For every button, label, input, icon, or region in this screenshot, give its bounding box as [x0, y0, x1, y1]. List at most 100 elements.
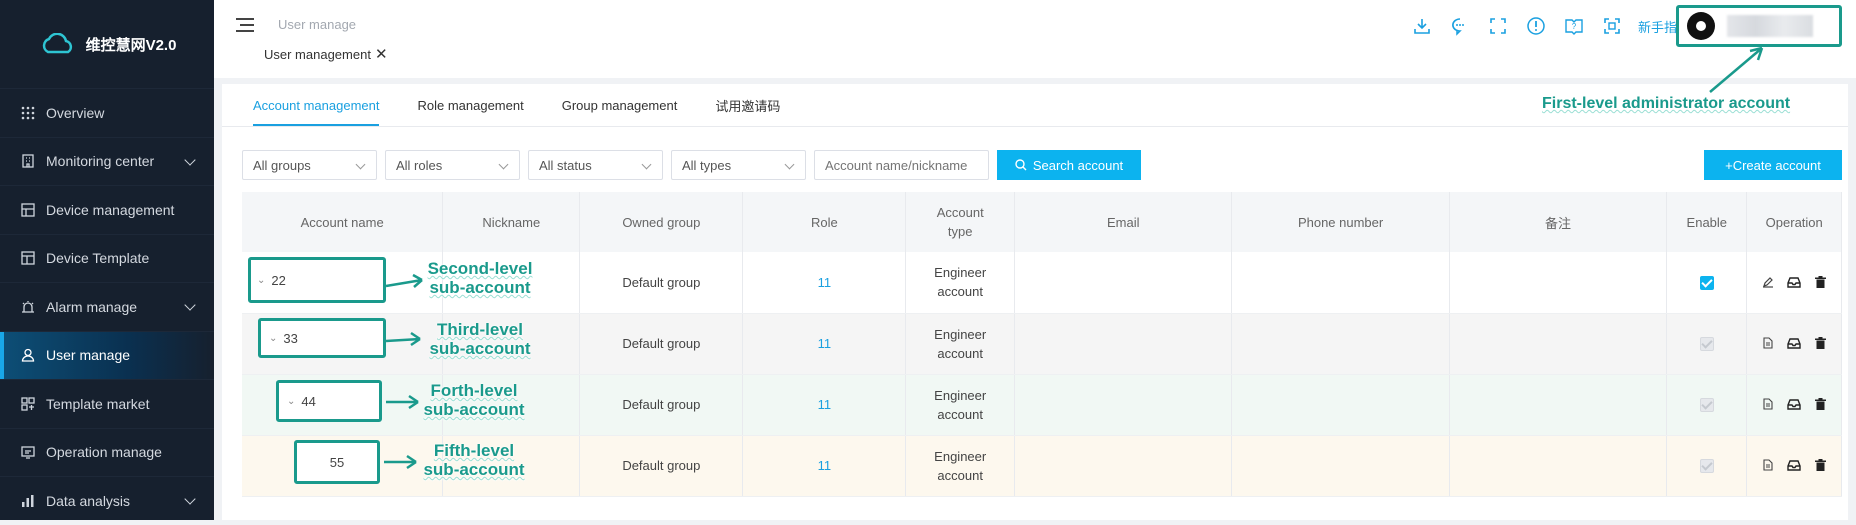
cell-enable	[1666, 313, 1748, 375]
breadcrumb[interactable]: User manage	[278, 17, 356, 32]
cell-enable	[1666, 435, 1748, 497]
tab-role-management[interactable]: Role management	[417, 84, 523, 126]
create-account-label: Create account	[1732, 157, 1821, 173]
download-icon[interactable]	[1410, 14, 1434, 38]
alert-icon[interactable]	[1524, 14, 1548, 38]
annotation-box-row-22: ⌄ 22	[248, 257, 386, 303]
sidebar-item-operation-manage[interactable]: Operation manage	[0, 427, 214, 477]
sidebar-item-data-analysis[interactable]: Data analysis	[0, 476, 214, 525]
status-filter-select[interactable]: All status	[528, 150, 663, 180]
cell-role[interactable]: 11	[742, 435, 907, 497]
col-account-type: Account type	[905, 192, 1016, 252]
sidebar-item-template-market[interactable]: Template market	[0, 379, 214, 428]
chevron-down-icon[interactable]	[184, 153, 196, 166]
group-filter-select[interactable]: All groups	[242, 150, 377, 180]
sidebar-item-label: Device management	[46, 201, 175, 218]
tab-divider	[222, 126, 1848, 127]
delete-icon[interactable]	[1812, 396, 1828, 412]
inbox-icon[interactable]	[1786, 274, 1802, 290]
sidebar-item-label: User manage	[46, 347, 131, 364]
account-name-22: 22	[271, 272, 286, 288]
sidebar-item-label: Alarm manage	[46, 298, 138, 315]
chevron-down-icon[interactable]	[184, 493, 196, 505]
expand-chevron-icon: ⌄	[287, 395, 296, 407]
enable-checkbox[interactable]	[1699, 276, 1714, 291]
cell-operation	[1746, 313, 1842, 375]
inbox-icon[interactable]	[1786, 457, 1802, 473]
sidebar-item-device-management[interactable]: Device management	[0, 185, 214, 234]
annotation-box-row-44: ⌄ 44	[276, 380, 382, 422]
redacted-username	[1727, 15, 1813, 37]
annotation-box-row-55: 55	[294, 440, 380, 484]
cell-enable	[1666, 252, 1748, 314]
cell-owned-group: Default group	[579, 374, 744, 436]
cell-role[interactable]: 11	[742, 252, 907, 314]
details-icon[interactable]	[1760, 457, 1776, 473]
expand-chevron-icon: ⌄	[257, 274, 266, 286]
cell-email	[1014, 435, 1233, 497]
search-account-button[interactable]: Search account	[997, 150, 1141, 180]
sidebar-item-label: Operation manage	[46, 444, 162, 461]
sidebar-item-overview[interactable]: Overview	[0, 88, 214, 137]
tab-trial-invite-code[interactable]: 试用邀请码	[715, 84, 780, 126]
annotation-third-level: Third-level sub-account	[429, 320, 531, 358]
annotation-fifth-level: Fifth-level sub-account	[423, 441, 525, 479]
cell-role[interactable]: 11	[742, 313, 907, 375]
user-account-menu[interactable]	[1676, 5, 1842, 47]
open-page-tag[interactable]: User management ✕	[264, 45, 388, 63]
svg-text:?: ?	[1572, 22, 1577, 31]
cell-owned-group: Default group	[579, 252, 744, 314]
brand[interactable]: 维控慧网V2.0	[0, 0, 214, 88]
menu-toggle-icon[interactable]	[236, 18, 254, 32]
cell-role[interactable]: 11	[742, 374, 907, 436]
sidebar-item-monitoring-center[interactable]: Monitoring center	[0, 136, 214, 186]
details-icon[interactable]	[1760, 335, 1776, 351]
enable-checkbox[interactable]	[1699, 459, 1714, 474]
enable-checkbox[interactable]	[1699, 337, 1714, 352]
sidebar-item-label: Device Template	[46, 250, 150, 267]
cell-note	[1449, 374, 1668, 436]
account-name-55: 55	[329, 454, 345, 470]
account-search-input[interactable]	[814, 150, 989, 180]
sidebar-item-label: Monitoring center	[46, 153, 155, 170]
fullscreen-icon[interactable]	[1486, 14, 1510, 38]
cell-phone	[1231, 435, 1450, 497]
sidebar-item-label: Overview	[46, 104, 105, 121]
help-book-icon[interactable]: ?	[1562, 14, 1586, 38]
tab-group-management[interactable]: Group management	[562, 84, 678, 126]
edit-icon[interactable]	[1760, 274, 1776, 290]
details-icon[interactable]	[1760, 396, 1776, 412]
inbox-icon[interactable]	[1786, 396, 1802, 412]
delete-icon[interactable]	[1812, 274, 1828, 290]
message-icon[interactable]	[1448, 14, 1472, 38]
inbox-icon[interactable]	[1786, 335, 1802, 351]
role-filter-select[interactable]: All roles	[385, 150, 520, 180]
avatar	[1687, 12, 1715, 40]
create-account-button[interactable]: +Create account	[1704, 150, 1842, 180]
alarm-icon	[20, 299, 36, 315]
sidebar-item-alarm-manage[interactable]: Alarm manage	[0, 282, 214, 331]
device-icon	[20, 202, 36, 218]
plus-icon: +	[1725, 157, 1733, 173]
delete-icon[interactable]	[1812, 457, 1828, 473]
sidebar-item-device-template[interactable]: Device Template	[0, 233, 214, 283]
chevron-down-icon[interactable]	[184, 299, 196, 311]
close-icon[interactable]: ✕	[375, 45, 388, 63]
open-page-tag-label: User management	[264, 46, 371, 62]
cell-note	[1449, 313, 1668, 375]
enable-checkbox[interactable]	[1699, 398, 1714, 413]
cell-account-type: Engineer account	[905, 313, 1016, 375]
cell-operation	[1746, 435, 1842, 497]
sidebar-item-user-manage[interactable]: User manage	[0, 330, 214, 379]
tab-account-management[interactable]: Account management	[253, 84, 380, 126]
col-enable: Enable	[1666, 192, 1748, 252]
operation-icon	[20, 444, 36, 460]
col-role: Role	[742, 192, 907, 252]
delete-icon[interactable]	[1812, 335, 1828, 351]
brand-name: 维控慧网V2.0	[85, 36, 177, 54]
sidebar-item-label: Data analysis	[46, 492, 131, 509]
cell-phone	[1231, 374, 1450, 436]
cell-owned-group: Default group	[579, 435, 744, 497]
scan-icon[interactable]	[1600, 14, 1624, 38]
type-filter-select[interactable]: All types	[671, 150, 806, 180]
